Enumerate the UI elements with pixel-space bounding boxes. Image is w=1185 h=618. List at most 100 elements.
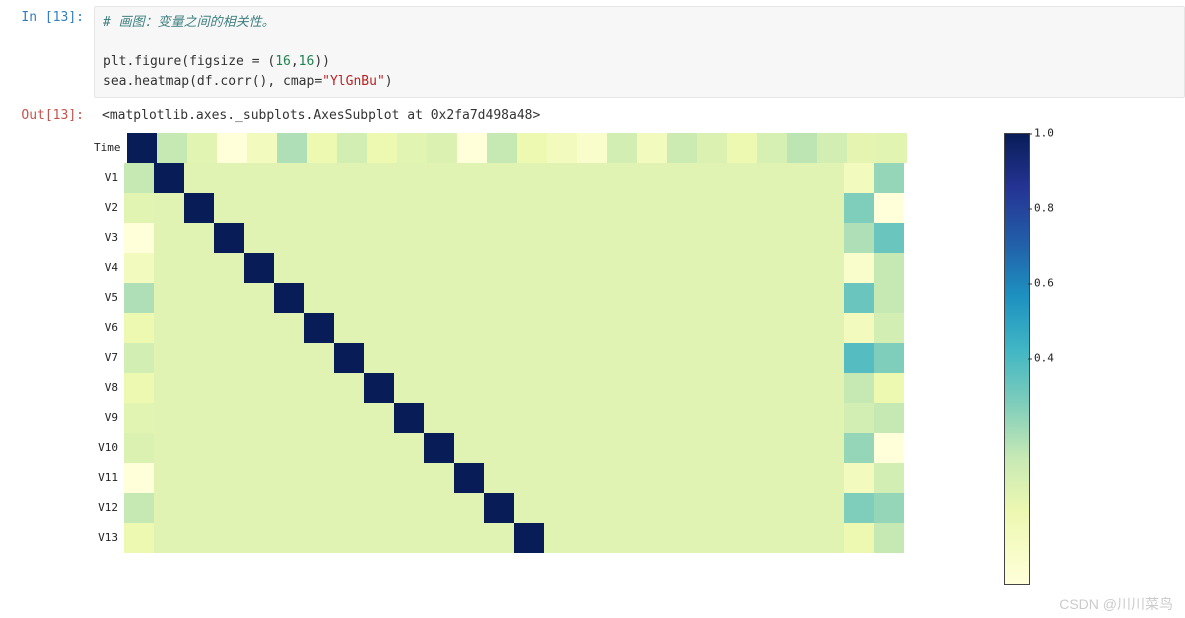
colorbar-wrap: 1.00.80.60.4 xyxy=(1004,133,1080,583)
heatmap-cell xyxy=(634,523,664,553)
heatmap-cell xyxy=(517,133,547,163)
heatmap-cell xyxy=(454,253,484,283)
heatmap-cell xyxy=(694,343,724,373)
heatmap-cell xyxy=(724,223,754,253)
heatmap-cell xyxy=(364,313,394,343)
heatmap-cell xyxy=(214,433,244,463)
heatmap-cell xyxy=(124,373,154,403)
heatmap-cell xyxy=(154,523,184,553)
heatmap-cell xyxy=(724,463,754,493)
heatmap-row: V7 xyxy=(94,343,904,373)
heatmap-cell xyxy=(694,163,724,193)
heatmap-cell xyxy=(424,523,454,553)
heatmap-cell xyxy=(484,403,514,433)
colorbar-tick: 0.4 xyxy=(1034,352,1054,365)
heatmap-cell xyxy=(694,373,724,403)
heatmap-cell xyxy=(637,133,667,163)
heatmap-cell xyxy=(274,493,304,523)
heatmap-cell xyxy=(694,313,724,343)
heatmap-cell xyxy=(544,523,574,553)
heatmap-cell xyxy=(874,283,904,313)
code-num-2: 16 xyxy=(299,54,315,69)
heatmap-cell xyxy=(274,193,304,223)
heatmap-cell xyxy=(817,133,847,163)
code-line-3a: sea.heatmap(df.corr(), cmap= xyxy=(103,74,322,89)
heatmap-cell xyxy=(394,163,424,193)
heatmap-cell xyxy=(214,253,244,283)
heatmap-cell xyxy=(814,343,844,373)
heatmap-cell xyxy=(304,223,334,253)
heatmap-row: V3 xyxy=(94,223,904,253)
code-area[interactable]: # 画图：变量之间的相关性。 plt.figure(figsize = (16,… xyxy=(94,6,1185,98)
heatmap-cell xyxy=(634,373,664,403)
heatmap-cell xyxy=(277,133,307,163)
colorbar-tick: 0.8 xyxy=(1034,202,1054,215)
heatmap-cell xyxy=(514,313,544,343)
heatmap-cell xyxy=(424,193,454,223)
heatmap-cell xyxy=(154,283,184,313)
heatmap-cell xyxy=(814,373,844,403)
heatmap-cell xyxy=(634,313,664,343)
heatmap-cell xyxy=(574,163,604,193)
heatmap-cell xyxy=(634,493,664,523)
heatmap-cell xyxy=(304,343,334,373)
heatmap-cell xyxy=(784,163,814,193)
heatmap-cell xyxy=(547,133,577,163)
heatmap-cell xyxy=(604,163,634,193)
heatmap-cell xyxy=(754,193,784,223)
heatmap-cell xyxy=(274,163,304,193)
heatmap-cell xyxy=(424,283,454,313)
heatmap-cell xyxy=(874,253,904,283)
heatmap-cell xyxy=(274,463,304,493)
heatmap-cell xyxy=(814,223,844,253)
heatmap-cell xyxy=(184,463,214,493)
heatmap-cell xyxy=(544,343,574,373)
heatmap-cell xyxy=(697,133,727,163)
heatmap-cell xyxy=(394,403,424,433)
heatmap-cell xyxy=(247,133,277,163)
heatmap-cell xyxy=(397,133,427,163)
heatmap-cell xyxy=(664,253,694,283)
heatmap-cell xyxy=(754,373,784,403)
heatmap-cell xyxy=(154,193,184,223)
heatmap-cell xyxy=(184,433,214,463)
heatmap-cell xyxy=(814,253,844,283)
heatmap-cell xyxy=(847,133,877,163)
heatmap-cell xyxy=(424,373,454,403)
heatmap-cell xyxy=(244,493,274,523)
heatmap-cell xyxy=(394,223,424,253)
heatmap-cell xyxy=(154,343,184,373)
heatmap-row: V1 xyxy=(94,163,904,193)
heatmap-cell xyxy=(664,373,694,403)
heatmap-cell xyxy=(577,133,607,163)
heatmap-cell xyxy=(244,283,274,313)
heatmap-cell xyxy=(724,433,754,463)
heatmap-cell xyxy=(454,433,484,463)
heatmap-cell xyxy=(604,493,634,523)
heatmap-cell xyxy=(214,223,244,253)
heatmap-cell xyxy=(214,163,244,193)
heatmap-cell xyxy=(814,433,844,463)
heatmap-cell xyxy=(664,313,694,343)
heatmap-cell xyxy=(154,223,184,253)
heatmap-cell xyxy=(274,253,304,283)
heatmap-cell xyxy=(724,283,754,313)
heatmap-cell xyxy=(154,403,184,433)
heatmap-cell xyxy=(604,313,634,343)
heatmap-cell xyxy=(394,523,424,553)
heatmap-cell xyxy=(844,373,874,403)
heatmap-cell xyxy=(844,163,874,193)
heatmap-cell xyxy=(454,493,484,523)
heatmap-cell xyxy=(394,343,424,373)
code-line-3b: ) xyxy=(385,74,393,89)
heatmap-cell xyxy=(484,313,514,343)
heatmap-cell xyxy=(544,463,574,493)
heatmap-cell xyxy=(514,283,544,313)
heatmap-row: V12 xyxy=(94,493,904,523)
colorbar-tick: 1.0 xyxy=(1034,127,1054,140)
heatmap-cell xyxy=(754,283,784,313)
heatmap-cell xyxy=(304,313,334,343)
heatmap-cell xyxy=(304,463,334,493)
heatmap-cell xyxy=(124,283,154,313)
heatmap-cell xyxy=(424,403,454,433)
